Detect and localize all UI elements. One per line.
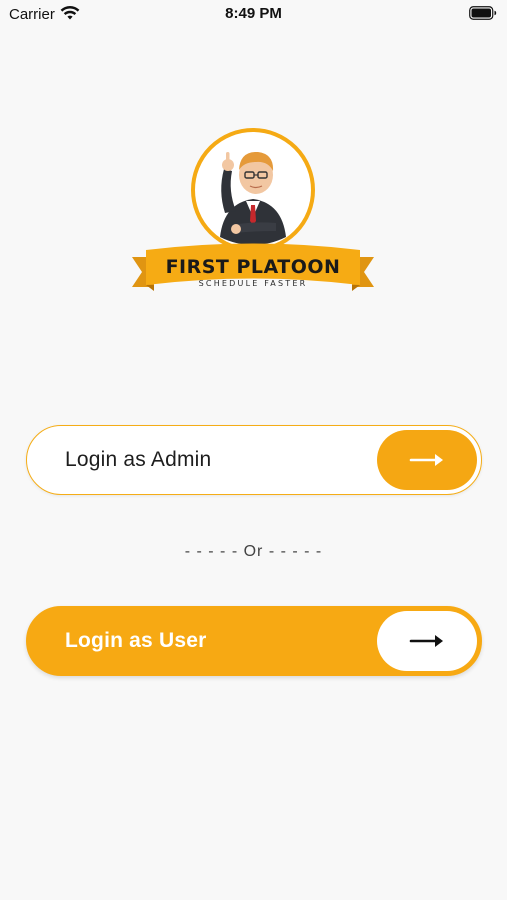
login-admin-button[interactable]: Login as Admin <box>26 425 482 495</box>
login-admin-label: Login as Admin <box>65 448 212 471</box>
or-separator: - - - - - Or - - - - - <box>184 543 323 560</box>
login-admin-arrow-button[interactable] <box>377 430 477 490</box>
status-bar: Carrier 8:49 PM <box>0 0 507 30</box>
login-user-arrow-button[interactable] <box>377 611 477 671</box>
logo-title: FIRST PLATOON <box>165 256 341 278</box>
arrow-right-icon <box>409 454 443 466</box>
status-time: 8:49 PM <box>225 5 282 22</box>
login-user-button[interactable]: Login as User <box>26 606 482 676</box>
arrow-right-icon <box>409 635 443 647</box>
logo-tagline: SCHEDULE FASTER <box>198 279 308 288</box>
battery-icon <box>469 6 497 25</box>
app-logo: FIRST PLATOON SCHEDULE FASTER <box>128 125 378 303</box>
login-user-label: Login as User <box>65 629 207 652</box>
